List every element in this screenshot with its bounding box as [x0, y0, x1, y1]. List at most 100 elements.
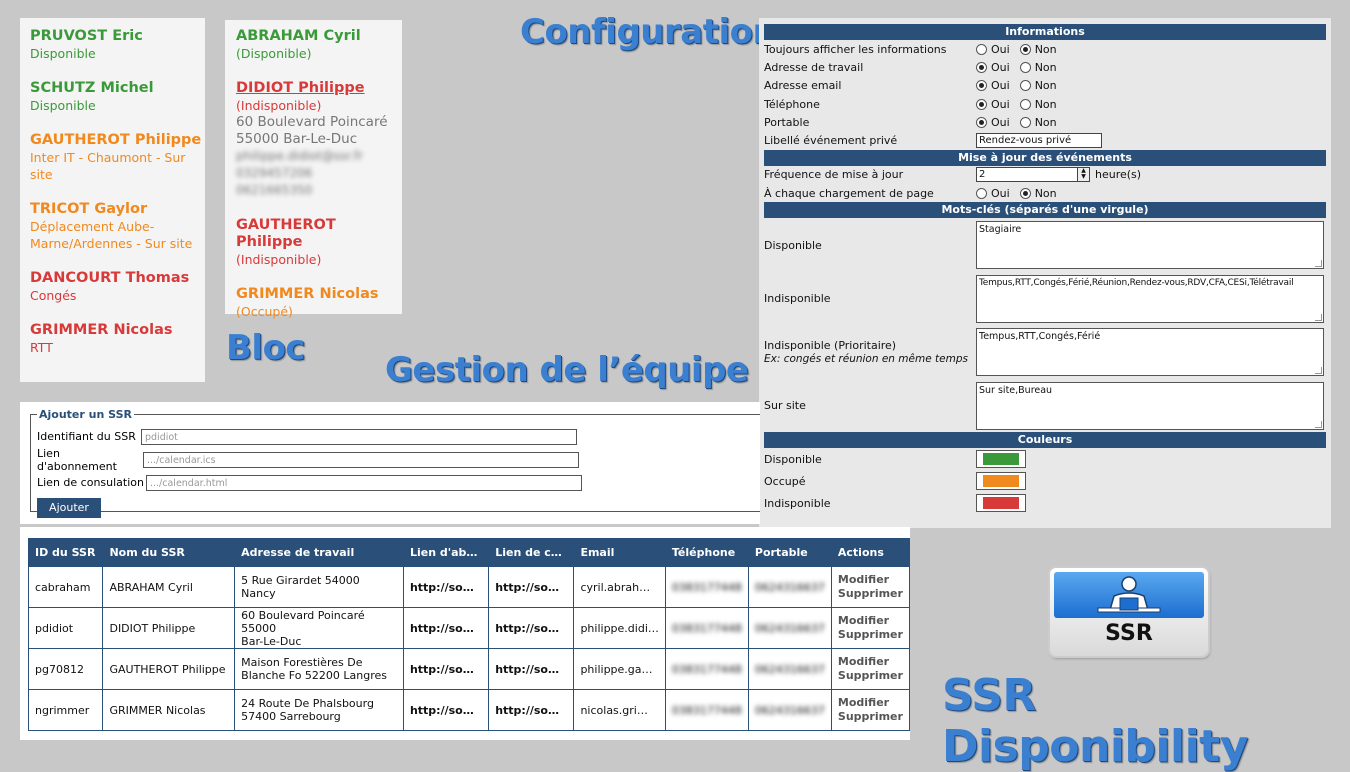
- radio-circle[interactable]: [976, 98, 987, 110]
- section-header-informations: Informations: [764, 24, 1326, 40]
- keyword-row: Disponible Stagiaire: [759, 218, 1331, 272]
- radio-non[interactable]: Non: [1019, 115, 1057, 129]
- config-row: Adresse de travail Oui Non: [759, 58, 1331, 76]
- cell-view-link[interactable]: http://so…: [488, 689, 575, 731]
- gestion-title: Gestion de l’équipe: [385, 350, 749, 390]
- radio-circle[interactable]: [1019, 43, 1031, 55]
- keyword-priority-textarea[interactable]: Tempus,RTT,Congés,Férié: [976, 328, 1324, 377]
- cell-view-link[interactable]: http://so…: [488, 648, 575, 690]
- cell-name: DIDIOT Philippe: [102, 607, 236, 649]
- section-header-update: Mise à jour des événements: [764, 149, 1326, 166]
- app-title: SSR Disponibility: [942, 670, 1248, 772]
- frequency-stepper[interactable]: ▲ ▼: [1078, 167, 1090, 183]
- cell-view-link[interactable]: http://so…: [488, 566, 575, 608]
- col-header[interactable]: Lien de c…: [488, 538, 575, 567]
- person-name-link[interactable]: DIDIOT Philippe: [236, 80, 402, 97]
- cell-id: cabraham: [27, 566, 104, 608]
- person-card: GRIMMER Nicolas (Occupé): [236, 286, 402, 320]
- table-row[interactable]: pg70812 GAUTHEROT Philippe Maison Forest…: [27, 648, 911, 690]
- form-row: Lien d'abonnement .../calendar.ics: [37, 447, 754, 473]
- radio-label: Non: [1034, 115, 1057, 129]
- radio-circle[interactable]: [976, 116, 987, 128]
- radio-oui[interactable]: Oui: [976, 79, 1010, 92]
- delete-link[interactable]: Supprimer: [838, 587, 903, 601]
- col-header[interactable]: Portable: [747, 538, 832, 567]
- config-label: À chaque chargement de page: [764, 186, 934, 200]
- table-row[interactable]: ngrimmer GRIMMER Nicolas 24 Route De Pha…: [27, 689, 911, 731]
- private-event-input[interactable]: Rendez-vous privé: [976, 133, 1102, 149]
- frequency-input[interactable]: 2: [976, 167, 1078, 183]
- cell-subscription-link[interactable]: http://so…: [402, 566, 490, 608]
- modify-link[interactable]: Modifier: [838, 573, 903, 587]
- color-fill: [983, 475, 1019, 488]
- modify-link[interactable]: Modifier: [838, 614, 903, 628]
- radio-circle[interactable]: [1019, 187, 1031, 199]
- cell-view-link[interactable]: http://so…: [488, 607, 575, 649]
- section-header-keywords: Mots-clés (séparés d'une virgule): [764, 202, 1326, 219]
- keyword-onsite-textarea[interactable]: Sur site,Bureau: [976, 381, 1324, 430]
- cell-subscription-link[interactable]: http://so…: [402, 648, 490, 690]
- form-row: Identifiant du SSR pdidiot: [37, 425, 754, 448]
- col-header[interactable]: Adresse de travail: [234, 538, 404, 567]
- cell-phone: 0383177448: [664, 566, 749, 608]
- radio-non[interactable]: Non: [1019, 97, 1057, 111]
- keyword-available-textarea[interactable]: Stagiaire: [976, 221, 1324, 270]
- modify-link[interactable]: Modifier: [838, 696, 903, 710]
- radio-label: Non: [1034, 97, 1057, 111]
- radio-circle[interactable]: [976, 80, 987, 92]
- radio-label: Oui: [991, 115, 1010, 129]
- config-row: Toujours afficher les informations Oui N…: [759, 40, 1331, 58]
- cell-subscription-link[interactable]: http://so…: [402, 607, 490, 649]
- cell-subscription-link[interactable]: http://so…: [402, 689, 490, 731]
- radio-circle[interactable]: [976, 61, 987, 73]
- person-name: GRIMMER Nicolas: [30, 322, 173, 338]
- radio-non[interactable]: Non: [1019, 61, 1057, 74]
- radio-circle[interactable]: [1019, 61, 1031, 73]
- radio-non[interactable]: Non: [1019, 43, 1057, 56]
- radio-oui[interactable]: Oui: [976, 98, 1010, 111]
- radio-oui[interactable]: Oui: [976, 116, 1010, 129]
- modify-link[interactable]: Modifier: [838, 655, 903, 669]
- config-label: Libellé événement privé: [764, 134, 898, 148]
- config-label: Adresse email: [764, 79, 842, 93]
- radio-oui[interactable]: Oui: [976, 43, 1010, 56]
- delete-link[interactable]: Supprimer: [838, 669, 903, 683]
- col-header[interactable]: ID du SSR: [27, 538, 104, 567]
- delete-link[interactable]: Supprimer: [838, 710, 903, 724]
- cell-email: philippe.ga…: [573, 648, 666, 690]
- radio-label: Non: [1034, 79, 1057, 93]
- cell-phone: 0383177448: [664, 648, 749, 690]
- color-picker-unavailable[interactable]: [976, 494, 1026, 513]
- color-picker-busy[interactable]: [976, 472, 1026, 491]
- address-line: 60 Boulevard Poincaré 55000: [241, 608, 365, 635]
- add-button[interactable]: Ajouter: [37, 498, 101, 518]
- radio-circle[interactable]: [1019, 116, 1031, 128]
- cell-email: cyril.abrah…: [573, 566, 666, 608]
- col-header[interactable]: Email: [573, 538, 666, 567]
- col-header[interactable]: Lien d'ab…: [402, 538, 490, 567]
- keyword-unavailable-textarea[interactable]: Tempus,RTT,Congés,Férié,Réunion,Rendez-v…: [976, 274, 1324, 323]
- cell-id: ngrimmer: [27, 689, 104, 731]
- radio-circle[interactable]: [1019, 80, 1031, 92]
- radio-non[interactable]: Non: [1019, 187, 1057, 200]
- person-status: Déplacement Aube-Marne/Ardennes - Sur si…: [30, 219, 193, 251]
- color-picker-available[interactable]: [976, 450, 1026, 469]
- id-input[interactable]: pdidiot: [141, 428, 577, 445]
- subscription-input[interactable]: .../calendar.ics: [143, 451, 579, 468]
- delete-link[interactable]: Supprimer: [838, 628, 903, 642]
- radio-oui[interactable]: Oui: [976, 61, 1010, 74]
- col-header[interactable]: Téléphone: [664, 538, 749, 567]
- person-card-expanded[interactable]: DIDIOT Philippe (Indisponible) 60 Boulev…: [236, 80, 402, 199]
- cell-address: Maison Forestières De Blanche Fo 52200 La…: [234, 648, 404, 690]
- table-row[interactable]: cabraham ABRAHAM Cyril 5 Rue Girardet 54…: [27, 566, 911, 608]
- radio-oui[interactable]: Oui: [976, 187, 1010, 200]
- person-status: (Indisponible): [236, 98, 322, 113]
- radio-circle[interactable]: [976, 43, 987, 55]
- radio-circle[interactable]: [976, 187, 987, 199]
- table-row[interactable]: pdidiot DIDIOT Philippe 60 Boulevard Poi…: [27, 607, 911, 649]
- radio-circle[interactable]: [1019, 98, 1031, 110]
- radio-non[interactable]: Non: [1019, 79, 1057, 93]
- address-line: 57400 Sarrebourg: [241, 710, 341, 723]
- col-header[interactable]: Nom du SSR: [102, 538, 236, 567]
- view-input[interactable]: .../calendar.html: [146, 474, 582, 491]
